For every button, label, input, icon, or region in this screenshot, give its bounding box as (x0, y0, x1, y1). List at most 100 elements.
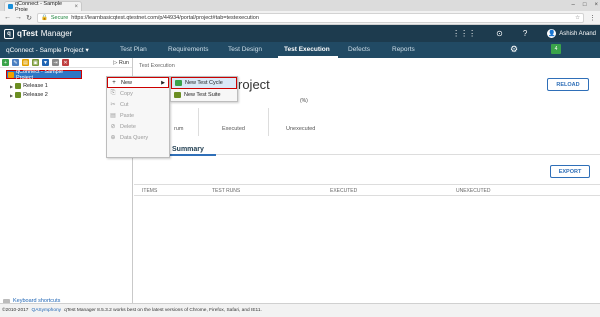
lock-icon: 🔒 (41, 14, 48, 21)
column-executed: EXECUTED (330, 188, 358, 194)
tree-root-label: qConnect - Sample Project (15, 68, 64, 81)
edit-icon[interactable]: ✎ (12, 59, 19, 66)
menu-item-label: New (121, 79, 133, 86)
bookmark-star-icon[interactable]: ☆ (575, 15, 580, 21)
user-name: Ashish Anand (559, 30, 596, 37)
add-icon[interactable]: + (2, 59, 9, 66)
delete-icon: ⊘ (110, 124, 116, 130)
new-submenu: New Test Cycle New Test Suite (170, 76, 238, 102)
submenu-item-label: New Test Cycle (185, 80, 223, 86)
context-menu: + New ▶ ⎘ Copy ✂ Cut ▤ Paste ⊘ Delete ⊕ … (106, 76, 170, 158)
close-tab-icon[interactable]: × (74, 4, 78, 10)
percent-label: (%) (300, 98, 308, 104)
menu-item-new-test-suite[interactable]: New Test Suite (171, 89, 237, 101)
stat-unexecuted-label: Unexecuted (286, 126, 316, 132)
back-icon[interactable]: ← (4, 14, 11, 21)
nav-test-plan[interactable]: Test Plan (120, 46, 147, 53)
submenu-arrow-icon: ▶ (161, 79, 165, 86)
delete-tree-icon[interactable]: ✕ (62, 59, 69, 66)
browser-notice: qTest Manager 8.5.3.2 works best on the … (64, 308, 262, 313)
menu-item-label: Copy (120, 90, 133, 97)
menu-item-label: Cut (120, 101, 129, 108)
menu-item-label: Paste (120, 112, 135, 119)
project-nav: qConnect - Sample Project ▾ Test Plan Re… (0, 42, 600, 58)
export-tree-icon[interactable]: ⇥ (52, 59, 59, 66)
status-bar: ©2010-2017 QASymphony qTest Manager 8.5.… (0, 303, 600, 317)
menu-item-label: Delete (120, 123, 136, 130)
notification-badge[interactable]: 4 (551, 44, 561, 54)
tree-item-release-1[interactable]: ▶ Release 1 (10, 83, 48, 89)
stat-executed-label: Executed (222, 126, 245, 132)
column-items: ITEMS (142, 188, 158, 194)
window-controls: – □ × (572, 0, 598, 10)
test-suite-icon (174, 92, 181, 98)
project-selector[interactable]: qConnect - Sample Project ▾ (6, 46, 89, 54)
test-cycle-icon (175, 80, 182, 86)
menu-item-delete[interactable]: ⊘ Delete (107, 121, 169, 132)
avatar-icon: 👤 (547, 29, 557, 38)
tree-item-release-2[interactable]: ▶ Release 2 (10, 92, 48, 98)
menu-item-new-test-cycle[interactable]: New Test Cycle (171, 77, 237, 89)
menu-item-copy[interactable]: ⎘ Copy (107, 88, 169, 99)
gear-icon[interactable]: ⚙ (510, 44, 518, 55)
paste-icon: ▤ (110, 113, 116, 119)
reload-button[interactable]: RELOAD (547, 78, 589, 91)
column-unexecuted: UNEXECUTED (456, 188, 491, 194)
page-title: roject (238, 77, 270, 92)
browser-tabbar: qConnect - Sample Proje × – □ × (0, 0, 600, 13)
tree-root-project[interactable]: qConnect - Sample Project (6, 68, 82, 81)
favicon-icon (8, 4, 13, 9)
run-button[interactable]: ▷ Run (113, 60, 129, 66)
menu-item-data-query[interactable]: ⊕ Data Query (107, 132, 169, 143)
close-window-icon[interactable]: × (594, 0, 598, 10)
app-header: q qTest Manager ⋮⋮⋮ ⊙ ? 👤 Ashish Anand (0, 25, 600, 42)
expand-icon[interactable]: ▶ (10, 93, 13, 98)
menu-item-paste[interactable]: ▤ Paste (107, 110, 169, 121)
logo-product: Manager (40, 29, 73, 38)
nav-reports[interactable]: Reports (392, 46, 415, 53)
url-field[interactable]: 🔒 Secure https://learnbasicqtest.qtestne… (37, 12, 584, 23)
stat-divider (268, 108, 269, 136)
brand-link[interactable]: QASymphony (31, 308, 61, 313)
url-text: https://learnbasicqtest.qtestnet.com/p/4… (71, 14, 259, 21)
nav-test-execution[interactable]: Test Execution (284, 46, 330, 53)
copyright-text: ©2010-2017 (2, 308, 29, 313)
maximize-icon[interactable]: □ (583, 0, 587, 10)
query-icon: ⊕ (110, 135, 116, 141)
expand-icon[interactable]: ▶ (10, 84, 13, 89)
filter-icon[interactable]: ▼ (42, 59, 49, 66)
tree-item-label: Release 1 (23, 83, 48, 89)
download-icon[interactable]: ⊙ (496, 29, 503, 38)
tab-summary[interactable]: Summary (172, 146, 204, 153)
stat-runs-label: rum (174, 126, 184, 132)
menu-item-new[interactable]: + New ▶ (107, 77, 169, 88)
browser-menu-icon[interactable]: ⋮ (589, 14, 596, 22)
minimize-icon[interactable]: – (572, 0, 575, 10)
column-test-runs: TEST RUNS (212, 188, 241, 194)
header-actions: ⋮⋮⋮ ⊙ ? 👤 Ashish Anand (452, 29, 596, 38)
user-menu[interactable]: 👤 Ashish Anand (547, 29, 596, 38)
nav-requirements[interactable]: Requirements (168, 46, 208, 53)
address-bar: ← → ↻ 🔒 Secure https://learnbasicqtest.q… (0, 11, 600, 25)
project-icon (8, 71, 14, 78)
cut-icon: ✂ (110, 102, 116, 108)
copy-icon: ⎘ (110, 90, 116, 96)
suite-icon[interactable]: ▣ (32, 59, 39, 66)
folder-icon[interactable]: ▤ (22, 59, 29, 66)
app-logo[interactable]: q qTest Manager (4, 28, 73, 39)
forward-icon[interactable]: → (15, 14, 22, 21)
browser-tab[interactable]: qConnect - Sample Proje × (4, 1, 82, 13)
export-button[interactable]: EXPORT (550, 165, 590, 178)
help-icon[interactable]: ? (523, 29, 527, 38)
refresh-icon[interactable]: ↻ (26, 14, 32, 22)
release-icon (15, 83, 22, 89)
menu-item-label: Data Query (120, 134, 149, 141)
menu-item-cut[interactable]: ✂ Cut (107, 99, 169, 110)
nav-defects[interactable]: Defects (348, 46, 370, 53)
tree-item-label: Release 2 (23, 92, 48, 98)
summary-table-header: ITEMS TEST RUNS EXECUTED UNEXECUTED (134, 184, 600, 196)
logo-mark: q (4, 28, 14, 39)
apps-grid-icon[interactable]: ⋮⋮⋮ (452, 29, 476, 38)
nav-test-design[interactable]: Test Design (228, 46, 262, 53)
breadcrumb: Test Execution (139, 63, 175, 69)
